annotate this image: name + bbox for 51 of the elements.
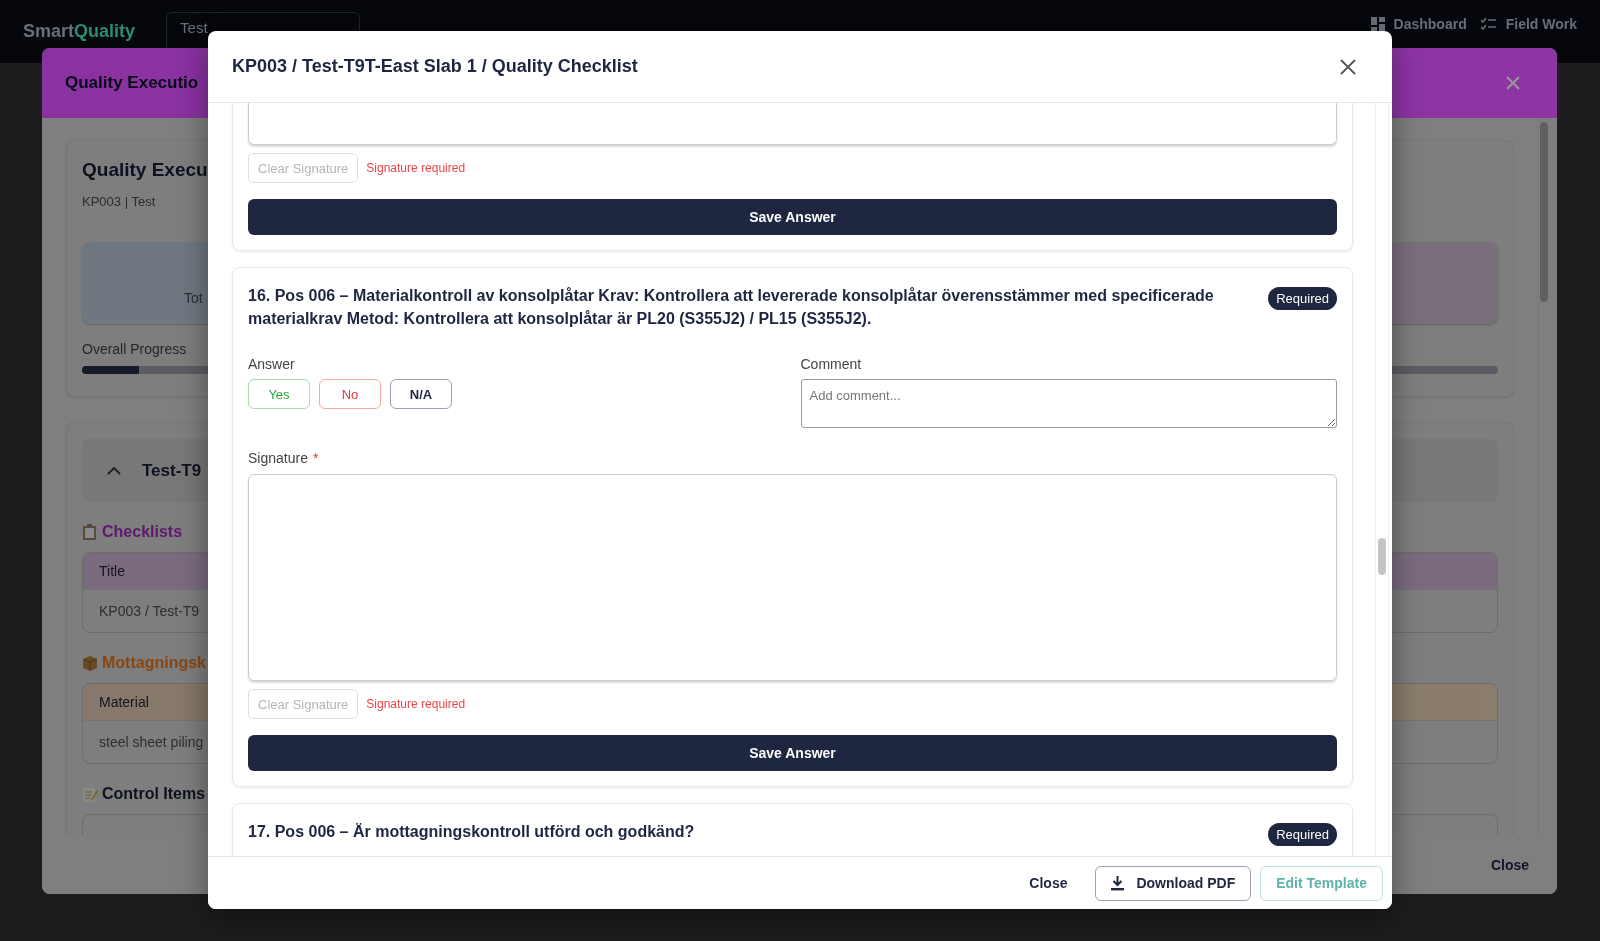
window-title: Quality Executio (65, 73, 199, 93)
close-icon (1506, 76, 1520, 90)
group-heading: Mottagningsk (102, 654, 206, 672)
memo-icon (82, 785, 98, 803)
column-header: Title (99, 563, 125, 579)
comment-field[interactable]: Add comment... (800, 379, 1337, 428)
error-text: Signature required (366, 697, 466, 711)
column-header: Material (99, 694, 149, 710)
edit-template-button[interactable]: Edit Template (1260, 865, 1383, 901)
card-title: Quality Execu (82, 158, 208, 182)
field-label: Signature (248, 450, 308, 466)
answer-option[interactable]: No (319, 379, 381, 409)
table-cell: KP003 / Test-T9 (99, 603, 200, 619)
signature-pad[interactable] (248, 103, 1337, 145)
section-title: Test-T9 (142, 460, 202, 481)
scrollbar-thumb[interactable] (1540, 122, 1548, 302)
field-label: Answer (248, 356, 296, 372)
package-icon (82, 654, 98, 672)
answer-option[interactable]: N/A (390, 379, 452, 409)
nav-link[interactable]: Field Work (1505, 16, 1577, 32)
field-label: Comment (800, 356, 863, 372)
close-button[interactable]: Close (1490, 856, 1529, 873)
close-button[interactable]: Close (1010, 866, 1087, 900)
dialog-title: KP003 / Test-T9T-East Slab 1 / Quality Checklist (232, 56, 638, 77)
grid-icon (1370, 17, 1385, 31)
chevron-up-icon (107, 466, 121, 475)
answer-option[interactable]: Yes (248, 379, 310, 409)
download-icon (1111, 875, 1125, 891)
question-title: 16. Pos 006 – Materialkontroll av konsolplåtar Krav: Kontrollera att levererade konsolplåtar överensstämmer med specificerade materialkrav Metod: Kontrollera att konsolplåtar är PL20 (S355J2) / PL15 (S355J2). (248, 286, 1215, 329)
save-answer-button[interactable]: Save Answer (248, 199, 1337, 235)
group-heading: Checklists (102, 523, 183, 541)
clipboard-icon (82, 523, 98, 541)
error-text: Signature required (366, 161, 466, 175)
progress-label: Overall Progress (82, 341, 187, 357)
checklist-icon (1480, 17, 1497, 31)
nav-link[interactable]: Dashboard (1393, 16, 1467, 32)
save-answer-button[interactable]: Save Answer (248, 735, 1337, 771)
close-icon (1340, 58, 1356, 75)
question-title: 17. Pos 006 – Är mottagningskontroll utförd och godkänd? (248, 822, 695, 842)
download-pdf-button[interactable]: Download PDF (1095, 865, 1252, 901)
card-subtitle: KP003 | Test (82, 194, 156, 209)
scrollbar-thumb[interactable] (1378, 538, 1386, 575)
group-heading: Control Items (102, 785, 206, 803)
signature-pad[interactable] (248, 474, 1337, 681)
logo-text: SmartQuality (23, 21, 136, 42)
required-mark: * (312, 450, 319, 466)
scrollbar[interactable] (1538, 118, 1549, 835)
stat-label: Tot (184, 290, 203, 306)
required-badge: Required (1268, 287, 1337, 310)
required-badge: Required (1268, 823, 1337, 846)
table-cell: steel sheet piling (99, 734, 204, 750)
